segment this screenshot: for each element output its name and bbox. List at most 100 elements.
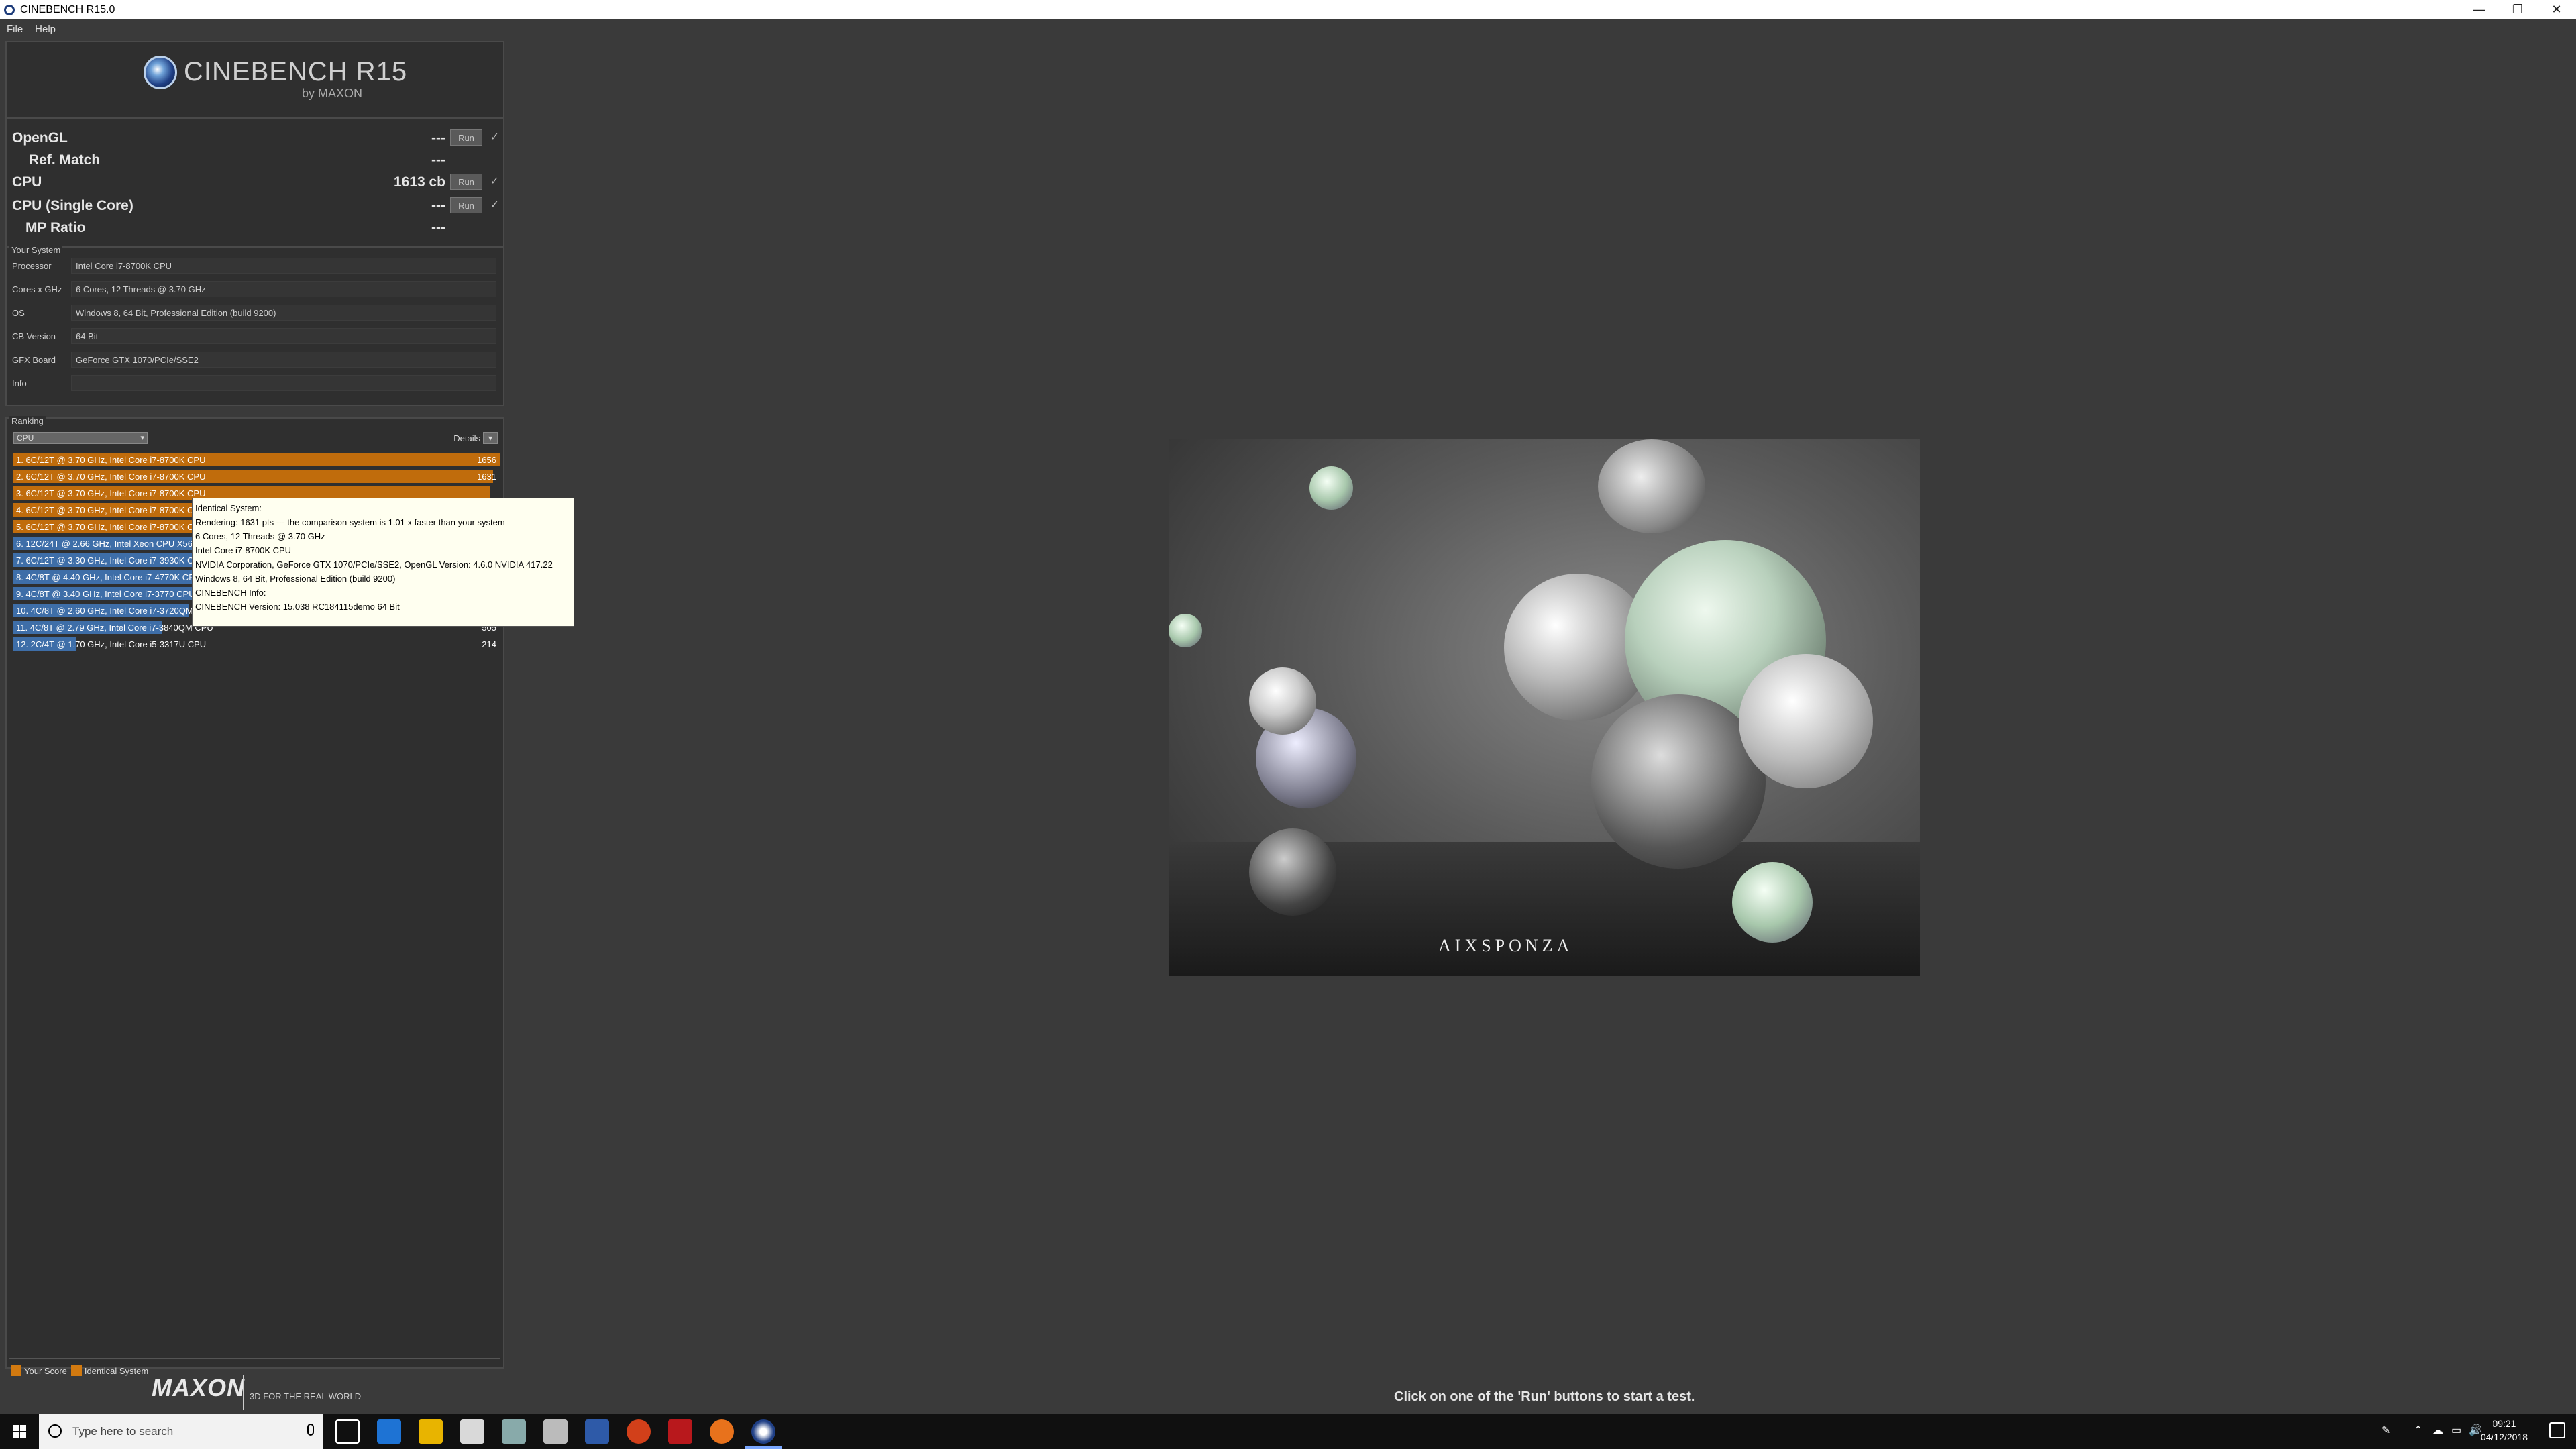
ranking-item-label: 3. 6C/12T @ 3.70 GHz, Intel Core i7-8700…: [16, 488, 206, 498]
maxon-logo: MAXON: [152, 1374, 245, 1401]
ranking-item[interactable]: 2. 6C/12T @ 3.70 GHz, Intel Core i7-8700…: [13, 469, 500, 484]
logo-subtitle: by MAXON: [302, 87, 363, 100]
cloud-icon[interactable]: ☁: [2432, 1424, 2443, 1437]
menu-file[interactable]: File: [7, 23, 23, 35]
mp-ratio-value: ---: [431, 220, 445, 235]
system-row-value[interactable]: Windows 8, 64 Bit, Professional Edition …: [71, 305, 496, 321]
refmatch-value: ---: [431, 152, 445, 168]
scene-sphere: [1169, 614, 1202, 647]
app-icon-2[interactable]: [585, 1419, 609, 1444]
system-row-value[interactable]: [71, 375, 496, 391]
scene-sphere: [1598, 439, 1705, 533]
system-row-label: Cores x GHz: [12, 284, 62, 294]
firefox-icon[interactable]: [710, 1419, 734, 1444]
cpu-label: CPU: [12, 174, 42, 190]
maxon-tagline: 3D FOR THE REAL WORLD: [250, 1391, 362, 1401]
ranking-item-label: 2. 6C/12T @ 3.70 GHz, Intel Core i7-8700…: [16, 472, 206, 482]
scene-sphere: [1249, 667, 1316, 735]
cpu-run-button[interactable]: Run: [450, 174, 482, 190]
ranking-item-label: 4. 6C/12T @ 3.70 GHz, Intel Core i7-8700…: [16, 505, 206, 515]
left-panel: CINEBENCH R15 by MAXON OpenGL --- Run ✓ …: [0, 38, 507, 1380]
restore-icon[interactable]: ❐: [2498, 0, 2537, 19]
system-row-value[interactable]: 6 Cores, 12 Threads @ 3.70 GHz: [71, 281, 496, 297]
cpu-value: 1613 cb: [393, 174, 445, 190]
pen-icon[interactable]: ✎: [2381, 1424, 2390, 1437]
system-row-value[interactable]: GeForce GTX 1070/PCIe/SSE2: [71, 352, 496, 368]
file-explorer-icon[interactable]: [419, 1419, 443, 1444]
opengl-run-button[interactable]: Run: [450, 129, 482, 146]
ranking-item-label: 11. 4C/8T @ 2.79 GHz, Intel Core i7-3840…: [16, 623, 213, 633]
ranking-item-label: 1. 6C/12T @ 3.70 GHz, Intel Core i7-8700…: [16, 455, 206, 465]
cpu-single-value: ---: [431, 198, 445, 213]
search-placeholder: Type here to search: [72, 1425, 174, 1438]
cinebench-app-icon: [4, 4, 15, 15]
aida64-icon[interactable]: [668, 1419, 692, 1444]
render-preview: AIXSPONZA: [1169, 439, 1920, 976]
opengl-check-icon[interactable]: ✓: [490, 130, 499, 144]
ranking-item-label: 8. 4C/8T @ 4.40 GHz, Intel Core i7-4770K…: [16, 572, 201, 582]
ranking-item-score: 214: [482, 639, 496, 649]
cinebench-taskbar-icon[interactable]: [751, 1419, 775, 1444]
cinebench-logo: CINEBENCH R15 by MAXON: [5, 41, 504, 119]
ranking-item-label: 5. 6C/12T @ 3.70 GHz, Intel Core i7-8700…: [16, 522, 206, 532]
status-message: Click on one of the 'Run' buttons to sta…: [1394, 1389, 1695, 1404]
start-button[interactable]: [0, 1414, 39, 1449]
close-icon[interactable]: ✕: [2537, 0, 2576, 19]
your-system-panel: Your System Processor Intel Core i7-8700K…: [5, 245, 504, 406]
cpu-single-run-button[interactable]: Run: [450, 197, 482, 213]
ranking-item[interactable]: 12. 2C/4T @ 1.70 GHz, Intel Core i5-3317…: [13, 637, 500, 651]
windows-icon: [13, 1425, 26, 1438]
menu-help[interactable]: Help: [35, 23, 56, 35]
scene-sphere: [1732, 862, 1813, 943]
clock-date: 04/12/2018: [2480, 1432, 2528, 1442]
system-row: Processor Intel Core i7-8700K CPU: [7, 256, 503, 276]
mail-icon[interactable]: [543, 1419, 568, 1444]
scene-sphere: [1309, 466, 1353, 510]
opengl-label: OpenGL: [12, 130, 68, 146]
scene-sphere: [1739, 654, 1873, 788]
search-icon: [48, 1424, 62, 1438]
store-icon[interactable]: [460, 1419, 484, 1444]
tooltip-line: Identical System:: [195, 503, 262, 513]
tooltip-line: Rendering: 1631 pts --- the comparison s…: [195, 517, 505, 527]
logo-title: CINEBENCH R15: [184, 57, 408, 87]
cpu-check-icon[interactable]: ✓: [490, 174, 499, 188]
ranking-item-label: 7. 6C/12T @ 3.30 GHz, Intel Core i7-3930…: [16, 555, 206, 566]
system-row-value[interactable]: Intel Core i7-8700K CPU: [71, 258, 496, 274]
cpu-single-check-icon[interactable]: ✓: [490, 198, 499, 211]
ranking-select-value: CPU: [17, 433, 34, 443]
cpu-single-label: CPU (Single Core): [12, 198, 133, 213]
taskbar-clock[interactable]: 09:21 04/12/2018: [2481, 1417, 2528, 1444]
ranking-item-label: 9. 4C/8T @ 3.40 GHz, Intel Core i7-3770 …: [16, 589, 195, 599]
refmatch-label: Ref. Match: [29, 152, 101, 168]
legend-divider: [9, 1358, 500, 1359]
microphone-icon[interactable]: [307, 1424, 314, 1436]
tooltip-line: CINEBENCH Info:: [195, 588, 266, 598]
ranking-type-select[interactable]: CPU ▾: [13, 432, 148, 444]
ranking-item-score: 1656: [477, 455, 496, 465]
opengl-value: ---: [431, 130, 445, 146]
edge-icon[interactable]: [377, 1419, 401, 1444]
maxon-divider: [243, 1375, 244, 1410]
system-row-value[interactable]: 64 Bit: [71, 328, 496, 344]
legend-identical-system: Identical System: [84, 1365, 149, 1376]
notification-icon[interactable]: [2549, 1422, 2565, 1438]
chevron-up-icon[interactable]: ⌃: [2414, 1424, 2422, 1437]
cinebench-logo-icon: [144, 56, 177, 89]
legend-your-score: Your Score: [24, 1365, 67, 1376]
clock-time: 09:21: [2492, 1418, 2516, 1429]
details-label: Details: [453, 433, 480, 443]
your-score-swatch: [11, 1365, 21, 1376]
ranking-legend: Your Score Identical System: [11, 1363, 148, 1378]
taskbar-search-box[interactable]: Type here to search: [39, 1414, 323, 1449]
network-icon[interactable]: ▭: [2451, 1424, 2461, 1437]
volume-icon[interactable]: 🔊: [2469, 1424, 2482, 1437]
cpu-row: CPU 1613 cb Run ✓: [7, 171, 506, 193]
ranking-item-label: 6. 12C/24T @ 2.66 GHz, Intel Xeon CPU X5…: [16, 539, 203, 549]
details-toggle-button[interactable]: ▾: [483, 432, 498, 444]
app-icon-3[interactable]: [627, 1419, 651, 1444]
task-view-icon[interactable]: [335, 1419, 360, 1444]
minimize-icon[interactable]: —: [2459, 0, 2498, 19]
app-icon-1[interactable]: [502, 1419, 526, 1444]
ranking-item[interactable]: 1. 6C/12T @ 3.70 GHz, Intel Core i7-8700…: [13, 452, 500, 467]
